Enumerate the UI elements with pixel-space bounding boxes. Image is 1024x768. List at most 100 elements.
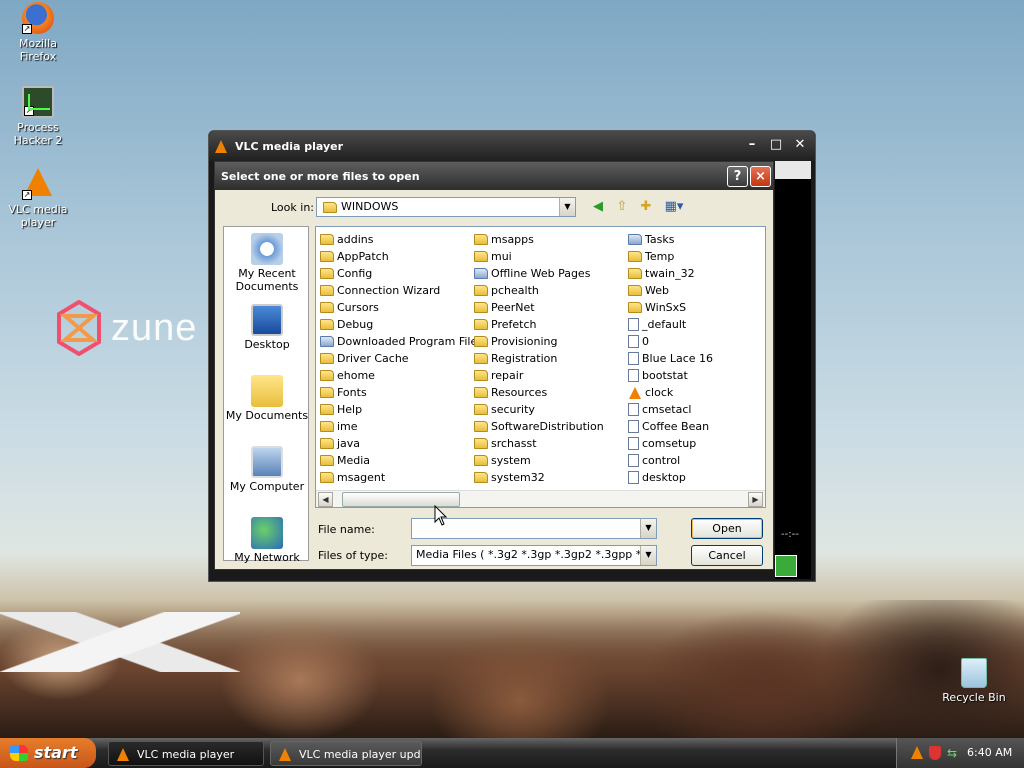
vlc-titlebar[interactable]: VLC media player bbox=[209, 131, 815, 161]
file-type-select[interactable]: Media Files ( *.3g2 *.3gp *.3gp2 *.3gpp … bbox=[411, 545, 657, 566]
file-list-item[interactable]: Cursors bbox=[318, 299, 483, 316]
chevron-down-icon[interactable]: ▼ bbox=[640, 519, 656, 538]
file-list-item[interactable]: _default bbox=[626, 316, 713, 333]
file-list-item[interactable]: Help bbox=[318, 401, 483, 418]
file-list-item[interactable]: Temp bbox=[626, 248, 713, 265]
file-list-item[interactable]: Driver Cache bbox=[318, 350, 483, 367]
file-list-item[interactable]: Coffee Bean bbox=[626, 418, 713, 435]
desktop-icon-label: Mozilla Firefox bbox=[19, 37, 57, 63]
file-list-item[interactable]: repair bbox=[472, 367, 604, 384]
file-list-item[interactable]: Connection Wizard bbox=[318, 282, 483, 299]
file-list-item[interactable]: Prefetch bbox=[472, 316, 604, 333]
place-label: My Recent Documents bbox=[235, 267, 299, 293]
file-list-item[interactable]: Resources bbox=[472, 384, 604, 401]
file-list-item[interactable]: Web bbox=[626, 282, 713, 299]
file-list-item[interactable]: srchasst bbox=[472, 435, 604, 452]
desktop-icon-firefox[interactable]: ↗ Mozilla Firefox bbox=[0, 2, 76, 63]
file-list-item[interactable]: Offline Web Pages bbox=[472, 265, 604, 282]
file-icon bbox=[628, 352, 639, 365]
file-list-item[interactable]: Fonts bbox=[318, 384, 483, 401]
folder-icon bbox=[474, 421, 488, 432]
open-button[interactable]: Open bbox=[691, 518, 763, 539]
vlc-title: VLC media player bbox=[235, 139, 344, 153]
file-list-item[interactable]: system32 bbox=[472, 469, 604, 486]
up-folder-icon[interactable]: ⇧ bbox=[613, 198, 631, 216]
dialog-close-button[interactable]: × bbox=[750, 166, 771, 187]
file-list-item[interactable]: Config bbox=[318, 265, 483, 282]
file-list-item-label: AppPatch bbox=[337, 250, 389, 263]
file-list-item[interactable]: mui bbox=[472, 248, 604, 265]
file-list-item[interactable]: Registration bbox=[472, 350, 604, 367]
vlc-volume-indicator[interactable] bbox=[775, 555, 797, 577]
file-list-item[interactable]: Provisioning bbox=[472, 333, 604, 350]
file-list-item[interactable]: java bbox=[318, 435, 483, 452]
place-my-documents[interactable]: My Documents bbox=[224, 375, 310, 422]
file-list-item[interactable]: pchealth bbox=[472, 282, 604, 299]
file-list-item[interactable]: 0 bbox=[626, 333, 713, 350]
scroll-left-button[interactable]: ◀ bbox=[318, 492, 333, 507]
file-list-item[interactable]: ehome bbox=[318, 367, 483, 384]
file-list-item[interactable]: control bbox=[626, 452, 713, 469]
file-list-item[interactable]: cmsetacl bbox=[626, 401, 713, 418]
file-list-item[interactable]: WinSxS bbox=[626, 299, 713, 316]
taskbar-button-vlc[interactable]: VLC media player bbox=[108, 741, 264, 766]
file-list-item[interactable]: AppPatch bbox=[318, 248, 483, 265]
file-list-item[interactable]: SoftwareDistribution bbox=[472, 418, 604, 435]
file-list-item-label: Media bbox=[337, 454, 371, 467]
folder-icon bbox=[474, 234, 488, 245]
place-my-computer[interactable]: My Computer bbox=[224, 446, 310, 493]
desktop-icon-label: Recycle Bin bbox=[942, 691, 1006, 704]
file-list-item[interactable]: Downloaded Program Files bbox=[318, 333, 483, 350]
file-list-item[interactable]: twain_32 bbox=[626, 265, 713, 282]
file-list-item[interactable]: msapps bbox=[472, 231, 604, 248]
help-button[interactable]: ? bbox=[727, 166, 748, 187]
taskbar: start VLC media player VLC media player … bbox=[0, 738, 1024, 768]
file-list-item[interactable]: addins bbox=[318, 231, 483, 248]
file-list-item[interactable]: clock bbox=[626, 384, 713, 401]
chevron-down-icon[interactable]: ▼ bbox=[559, 198, 575, 216]
place-label: Desktop bbox=[244, 338, 290, 351]
file-list-item[interactable]: bootstat bbox=[626, 367, 713, 384]
file-list-item[interactable]: comsetup bbox=[626, 435, 713, 452]
back-icon[interactable]: ◀ bbox=[589, 198, 607, 216]
recent-documents-icon bbox=[251, 233, 283, 265]
network-icon[interactable]: ⇆ bbox=[947, 746, 961, 760]
place-recent-documents[interactable]: My Recent Documents bbox=[224, 233, 310, 293]
desktop-icon-vlc[interactable]: ↗ VLC media player bbox=[0, 168, 76, 229]
dialog-titlebar[interactable]: Select one or more files to open bbox=[215, 162, 773, 190]
minimize-button[interactable]: – bbox=[743, 138, 761, 154]
vlc-tray-icon[interactable] bbox=[911, 746, 923, 759]
clock[interactable]: 6:40 AM bbox=[967, 746, 1012, 759]
file-list-item[interactable]: desktop bbox=[626, 469, 713, 486]
vlc-time-display: --:-- bbox=[781, 529, 799, 540]
close-button[interactable]: ✕ bbox=[791, 138, 809, 154]
desktop-icon-recycle-bin[interactable]: Recycle Bin bbox=[936, 658, 1012, 704]
file-list-item[interactable]: Tasks bbox=[626, 231, 713, 248]
view-menu-icon[interactable]: ▦▾ bbox=[661, 198, 687, 216]
chevron-down-icon[interactable]: ▼ bbox=[640, 546, 656, 565]
new-folder-icon[interactable]: ✚ bbox=[637, 198, 655, 216]
taskbar-button-vlc-update[interactable]: VLC media player upd... bbox=[270, 741, 422, 766]
security-shield-icon[interactable] bbox=[929, 746, 941, 760]
file-list-item[interactable]: system bbox=[472, 452, 604, 469]
folder-icon bbox=[320, 370, 334, 381]
desktop-icon-process-hacker[interactable]: ↗ Process Hacker 2 bbox=[0, 86, 76, 147]
process-hacker-icon: ↗ bbox=[22, 86, 54, 118]
file-list-item[interactable]: msagent bbox=[318, 469, 483, 486]
scroll-right-button[interactable]: ▶ bbox=[748, 492, 763, 507]
cancel-button[interactable]: Cancel bbox=[691, 545, 763, 566]
horizontal-scrollbar[interactable]: ◀ ▶ bbox=[316, 490, 765, 507]
vlc-icon bbox=[117, 748, 129, 761]
file-list-item[interactable]: PeerNet bbox=[472, 299, 604, 316]
look-in-combo[interactable]: WINDOWS ▼ bbox=[316, 197, 576, 217]
place-my-network[interactable]: My Network bbox=[224, 517, 310, 564]
file-list-item[interactable]: Media bbox=[318, 452, 483, 469]
file-list-item[interactable]: Debug bbox=[318, 316, 483, 333]
file-list-item[interactable]: Blue Lace 16 bbox=[626, 350, 713, 367]
maximize-button[interactable]: □ bbox=[767, 138, 785, 154]
file-type-label: Files of type: bbox=[318, 549, 389, 562]
file-list-item[interactable]: security bbox=[472, 401, 604, 418]
start-button[interactable]: start bbox=[0, 738, 96, 768]
place-desktop[interactable]: Desktop bbox=[224, 304, 310, 351]
file-list-item[interactable]: ime bbox=[318, 418, 483, 435]
